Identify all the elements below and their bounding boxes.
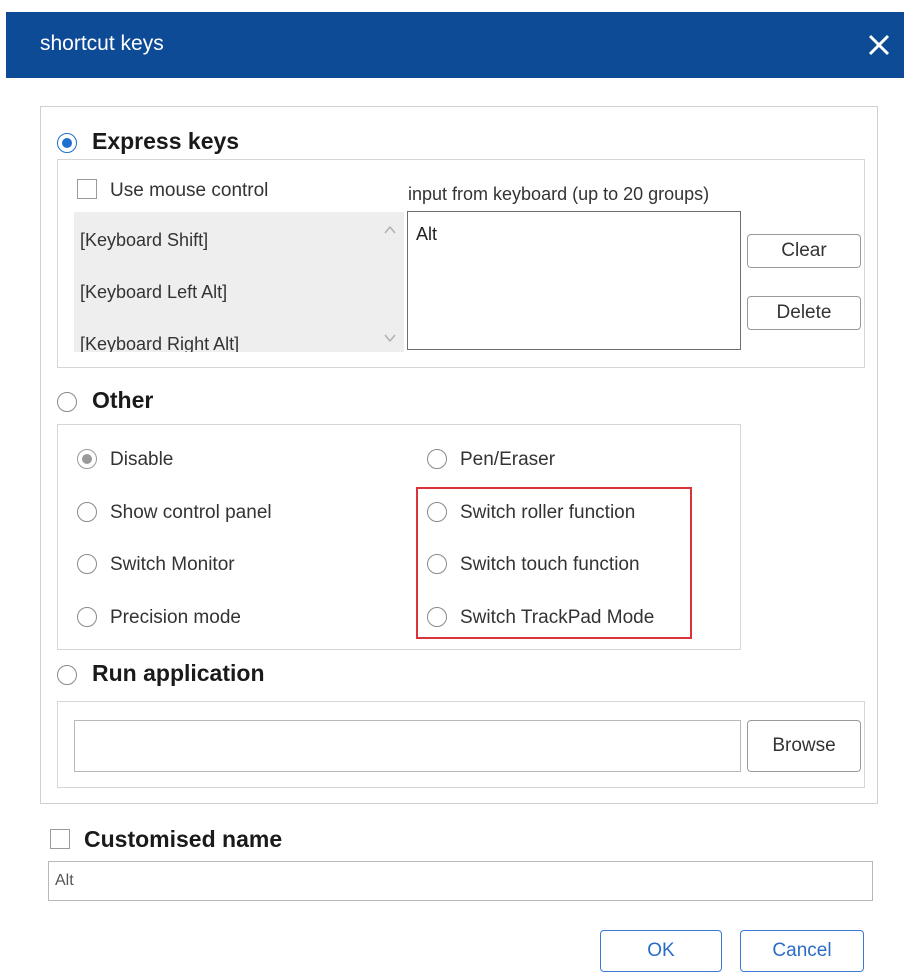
list-item[interactable]: [Keyboard Right Alt] [80, 334, 239, 352]
show-control-panel-radio[interactable] [77, 502, 97, 522]
show-control-panel-label: Show control panel [110, 502, 272, 523]
customised-name-checkbox[interactable] [50, 829, 70, 849]
use-mouse-control-label: Use mouse control [110, 180, 269, 201]
use-mouse-control-checkbox[interactable] [77, 179, 97, 199]
precision-mode-radio[interactable] [77, 607, 97, 627]
clear-button[interactable]: Clear [747, 234, 861, 268]
customised-name-input[interactable]: Alt [48, 861, 873, 901]
list-item[interactable]: [Keyboard Shift] [80, 230, 208, 251]
title-bar: shortcut keys [6, 12, 904, 78]
cancel-button[interactable]: Cancel [740, 930, 864, 972]
switch-monitor-radio[interactable] [77, 554, 97, 574]
key-list[interactable]: [Keyboard Shift] [Keyboard Left Alt] [Ke… [74, 212, 404, 352]
keyboard-input-label: input from keyboard (up to 20 groups) [408, 184, 710, 204]
other-label: Other [92, 387, 154, 413]
switch-monitor-label: Switch Monitor [110, 554, 235, 575]
list-item[interactable]: [Keyboard Left Alt] [80, 282, 227, 303]
pen-eraser-radio[interactable] [427, 449, 447, 469]
disable-label: Disable [110, 449, 174, 470]
express-keys-radio[interactable] [57, 133, 77, 153]
keyboard-input-area[interactable]: Alt [407, 211, 741, 350]
keyboard-input-value: Alt [416, 224, 438, 244]
browse-button[interactable]: Browse [747, 720, 861, 772]
pen-eraser-label: Pen/Eraser [460, 449, 556, 470]
express-keys-label: Express keys [92, 128, 240, 154]
precision-mode-label: Precision mode [110, 607, 241, 628]
customised-name-label: Customised name [84, 826, 283, 852]
window-title: shortcut keys [40, 32, 164, 55]
application-path-input[interactable] [74, 720, 741, 772]
customised-name-value: Alt [55, 872, 74, 889]
close-icon[interactable] [864, 30, 894, 60]
highlight-box [416, 487, 692, 639]
ok-button[interactable]: OK [600, 930, 722, 972]
delete-button[interactable]: Delete [747, 296, 861, 330]
disable-radio[interactable] [77, 449, 97, 469]
scroll-down-icon[interactable] [382, 330, 398, 346]
other-radio[interactable] [57, 392, 77, 412]
scroll-up-icon[interactable] [382, 222, 398, 238]
run-application-radio[interactable] [57, 665, 77, 685]
run-application-label: Run application [92, 660, 265, 686]
